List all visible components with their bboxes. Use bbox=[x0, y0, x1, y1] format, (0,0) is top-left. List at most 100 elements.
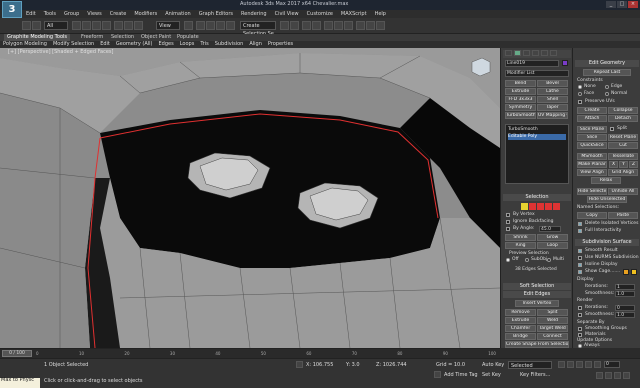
collapse-button[interactable]: Collapse bbox=[608, 107, 638, 114]
slice-plane-button[interactable]: Slice Plane bbox=[577, 126, 607, 133]
bevel-button[interactable]: Bevel bbox=[537, 80, 568, 87]
use-nurms-checkbox[interactable] bbox=[578, 256, 582, 260]
select-by-name-icon[interactable] bbox=[82, 21, 91, 30]
bridge-button[interactable]: Bridge bbox=[505, 333, 536, 340]
unhide-all-button[interactable]: Unhide All bbox=[608, 188, 638, 195]
maximize-button[interactable]: □ bbox=[617, 1, 627, 8]
window-crossing-icon[interactable] bbox=[102, 21, 111, 30]
hierarchy-tab-icon[interactable] bbox=[523, 50, 530, 56]
play-icon[interactable] bbox=[576, 361, 583, 368]
mirror-icon[interactable] bbox=[280, 21, 289, 30]
shell-button[interactable]: Shell bbox=[537, 96, 568, 103]
view-align-button[interactable]: View Align bbox=[577, 169, 607, 176]
material-editor-icon[interactable] bbox=[344, 21, 353, 30]
modifier-list-dropdown[interactable]: Modifier List bbox=[505, 70, 569, 77]
msmooth-button[interactable]: MSmooth bbox=[577, 153, 607, 160]
set-key-button[interactable]: Set Key bbox=[482, 372, 501, 378]
time-slider[interactable]: 0 / 100 bbox=[2, 350, 32, 357]
ribbon-geometry-all[interactable]: Geometry (All) bbox=[113, 41, 156, 48]
by-angle-spinner[interactable]: 45.0 bbox=[539, 226, 561, 232]
scale-icon[interactable] bbox=[134, 21, 143, 30]
display-tab-icon[interactable] bbox=[541, 50, 548, 56]
lathe-button[interactable]: Lathe bbox=[537, 88, 568, 95]
align-icon[interactable] bbox=[290, 21, 299, 30]
modifier-stack[interactable]: TurboSmooth Editable Poly bbox=[505, 124, 569, 184]
constraint-face-radio[interactable] bbox=[578, 92, 582, 96]
tab-populate[interactable]: Populate bbox=[174, 34, 202, 41]
element-mode-icon[interactable] bbox=[553, 203, 560, 210]
menu-tools[interactable]: Tools bbox=[40, 10, 60, 18]
split-checkbox[interactable] bbox=[610, 127, 614, 131]
update-always-radio[interactable] bbox=[578, 344, 582, 348]
viewport-label[interactable]: [+] [Perspective] [Shaded + Edged Faces] bbox=[8, 49, 114, 55]
selection-filter-dropdown[interactable]: All bbox=[44, 21, 68, 30]
ribbon-modify-selection[interactable]: Modify Selection bbox=[50, 41, 97, 48]
by-vertex-checkbox[interactable] bbox=[506, 213, 510, 217]
detach-button[interactable]: Detach bbox=[608, 115, 638, 122]
rect-selection-icon[interactable] bbox=[92, 21, 101, 30]
repeat-last-button[interactable]: Repeat Last bbox=[583, 69, 631, 76]
y-coordinate[interactable]: Y: 3.0 bbox=[346, 362, 360, 368]
timeline[interactable]: 0 / 100 0 10 20 30 40 50 60 70 80 90 100 bbox=[0, 348, 500, 358]
move-icon[interactable] bbox=[114, 21, 123, 30]
render-smoothness-checkbox[interactable] bbox=[578, 313, 582, 317]
attach-button[interactable]: Attach bbox=[577, 115, 607, 122]
edge-mode-icon[interactable] bbox=[529, 203, 536, 210]
menu-graph-editors[interactable]: Graph Editors bbox=[195, 10, 237, 18]
menu-help[interactable]: Help bbox=[371, 10, 390, 18]
menu-group[interactable]: Group bbox=[60, 10, 83, 18]
modify-tab-icon[interactable] bbox=[514, 50, 521, 56]
add-time-tag-button[interactable]: Add Time Tag bbox=[444, 372, 478, 378]
stack-item-turbosmooth[interactable]: TurboSmooth bbox=[508, 127, 566, 133]
named-selection-dropdown[interactable]: Create Selection Se bbox=[240, 21, 276, 37]
menu-civil-view[interactable]: Civil View bbox=[271, 10, 303, 18]
menu-animation[interactable]: Animation bbox=[161, 10, 195, 18]
grid-align-button[interactable]: Grid Align bbox=[608, 169, 638, 176]
tab-object-paint[interactable]: Object Paint bbox=[138, 34, 174, 41]
minimize-button[interactable]: _ bbox=[606, 1, 616, 8]
planar-y-button[interactable]: Y bbox=[619, 161, 628, 168]
render-iterations-checkbox[interactable] bbox=[578, 306, 582, 310]
object-color-swatch[interactable] bbox=[562, 60, 568, 66]
time-tag-icon[interactable] bbox=[434, 371, 441, 378]
reset-plane-button[interactable]: Reset Plane bbox=[608, 134, 638, 141]
zoom-icon[interactable] bbox=[596, 372, 603, 379]
maxscript-listener[interactable]: Max to Physc bbox=[0, 377, 40, 388]
quickslice-button[interactable]: QuickSlice bbox=[577, 142, 607, 149]
by-angle-checkbox[interactable] bbox=[506, 227, 510, 231]
redo-icon[interactable] bbox=[32, 21, 41, 30]
smooth-result-checkbox[interactable] bbox=[578, 249, 582, 253]
planar-x-button[interactable]: X bbox=[609, 161, 618, 168]
uv-mapping-button[interactable]: UV Mapping Op bbox=[537, 112, 568, 119]
stack-item-editable-poly[interactable]: Editable Poly bbox=[508, 134, 566, 140]
grow-button[interactable]: Grow bbox=[537, 234, 568, 241]
render-teapot-icon[interactable] bbox=[376, 21, 385, 30]
isoline-display-checkbox[interactable] bbox=[578, 263, 582, 267]
bend-button[interactable]: Bend bbox=[505, 80, 536, 87]
cut-button[interactable]: Cut bbox=[608, 142, 638, 149]
weld-button[interactable]: Weld bbox=[537, 317, 568, 324]
z-coordinate[interactable]: Z: 1026.744 bbox=[376, 362, 407, 368]
tab-freeform[interactable]: Freeform bbox=[78, 34, 106, 41]
edit-edges-header[interactable]: Edit Edges bbox=[503, 291, 571, 298]
reference-coord-dropdown[interactable]: View bbox=[156, 21, 180, 30]
preview-subobj-radio[interactable] bbox=[525, 258, 529, 262]
ribbon-edit[interactable]: Edit bbox=[97, 41, 113, 48]
shrink-button[interactable]: Shrink bbox=[505, 234, 536, 241]
border-mode-icon[interactable] bbox=[537, 203, 544, 210]
constraint-none-radio[interactable] bbox=[578, 85, 582, 89]
extrude-edge-button[interactable]: Extrude bbox=[505, 317, 536, 324]
paste-button[interactable]: Paste bbox=[608, 212, 638, 219]
app-logo-icon[interactable]: 3 bbox=[2, 1, 22, 18]
tab-graphite-modeling[interactable]: Graphite Modeling Tools bbox=[4, 34, 71, 41]
perspective-viewport[interactable]: [+] [Perspective] [Shaded + Edged Faces] bbox=[0, 48, 500, 348]
ribbon-tris[interactable]: Tris bbox=[197, 41, 211, 48]
selection-rollout-header[interactable]: Selection bbox=[503, 194, 571, 201]
menu-maxscript[interactable]: MAXScript bbox=[337, 10, 371, 18]
polygon-mode-icon[interactable] bbox=[545, 203, 552, 210]
ribbon-loops[interactable]: Loops bbox=[177, 41, 198, 48]
pan-icon[interactable] bbox=[614, 372, 621, 379]
menu-modifiers[interactable]: Modifiers bbox=[130, 10, 161, 18]
delete-isolated-checkbox[interactable] bbox=[578, 222, 582, 226]
layer-icon[interactable] bbox=[302, 21, 311, 30]
